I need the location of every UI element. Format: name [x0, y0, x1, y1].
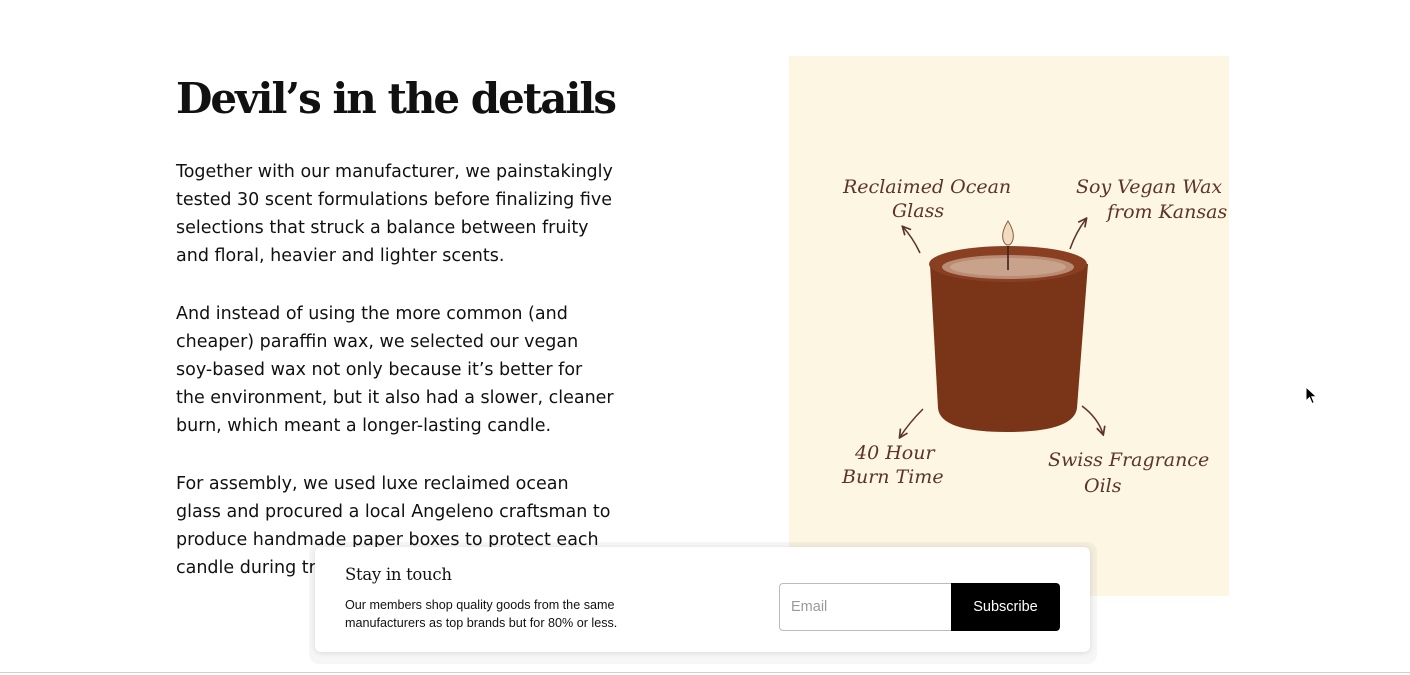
candle-illustration: Reclaimed Ocean Glass Soy Vegan Wax from… [789, 56, 1229, 596]
section-headline: Devil’s in the details [176, 74, 617, 123]
label-soy-wax: Soy Vegan Wax from Kansas [1076, 176, 1228, 223]
paragraph-scent-formulations: Together with our manufacturer, we pains… [176, 162, 613, 266]
arrow-bottom-right [1081, 405, 1103, 434]
candle-drawing: Reclaimed Ocean Glass Soy Vegan Wax from… [841, 176, 1228, 497]
label-burn-time: 40 Hour Burn Time [841, 442, 944, 488]
newsletter-signup: Stay in touch Our members shop quality g… [315, 547, 1090, 652]
candle-flame-icon [1002, 220, 1014, 246]
newsletter-title: Stay in touch [345, 565, 452, 584]
candle-glass-body [930, 264, 1088, 432]
page-divider [0, 672, 1410, 673]
label-fragrance-oils: Swiss Fragrance Oils [1048, 449, 1215, 497]
label-reclaimed-glass: Reclaimed Ocean Glass [842, 176, 1017, 222]
arrow-top-left [903, 227, 921, 254]
paragraph-soy-wax: And instead of using the more common (an… [176, 304, 614, 436]
arrow-top-right [1069, 219, 1086, 250]
email-input[interactable] [779, 583, 951, 631]
mouse-cursor-icon [1305, 385, 1319, 411]
newsletter-description: Our members shop quality goods from the … [345, 598, 618, 630]
arrow-bottom-left [900, 408, 924, 437]
subscribe-button[interactable]: Subscribe [951, 583, 1060, 631]
